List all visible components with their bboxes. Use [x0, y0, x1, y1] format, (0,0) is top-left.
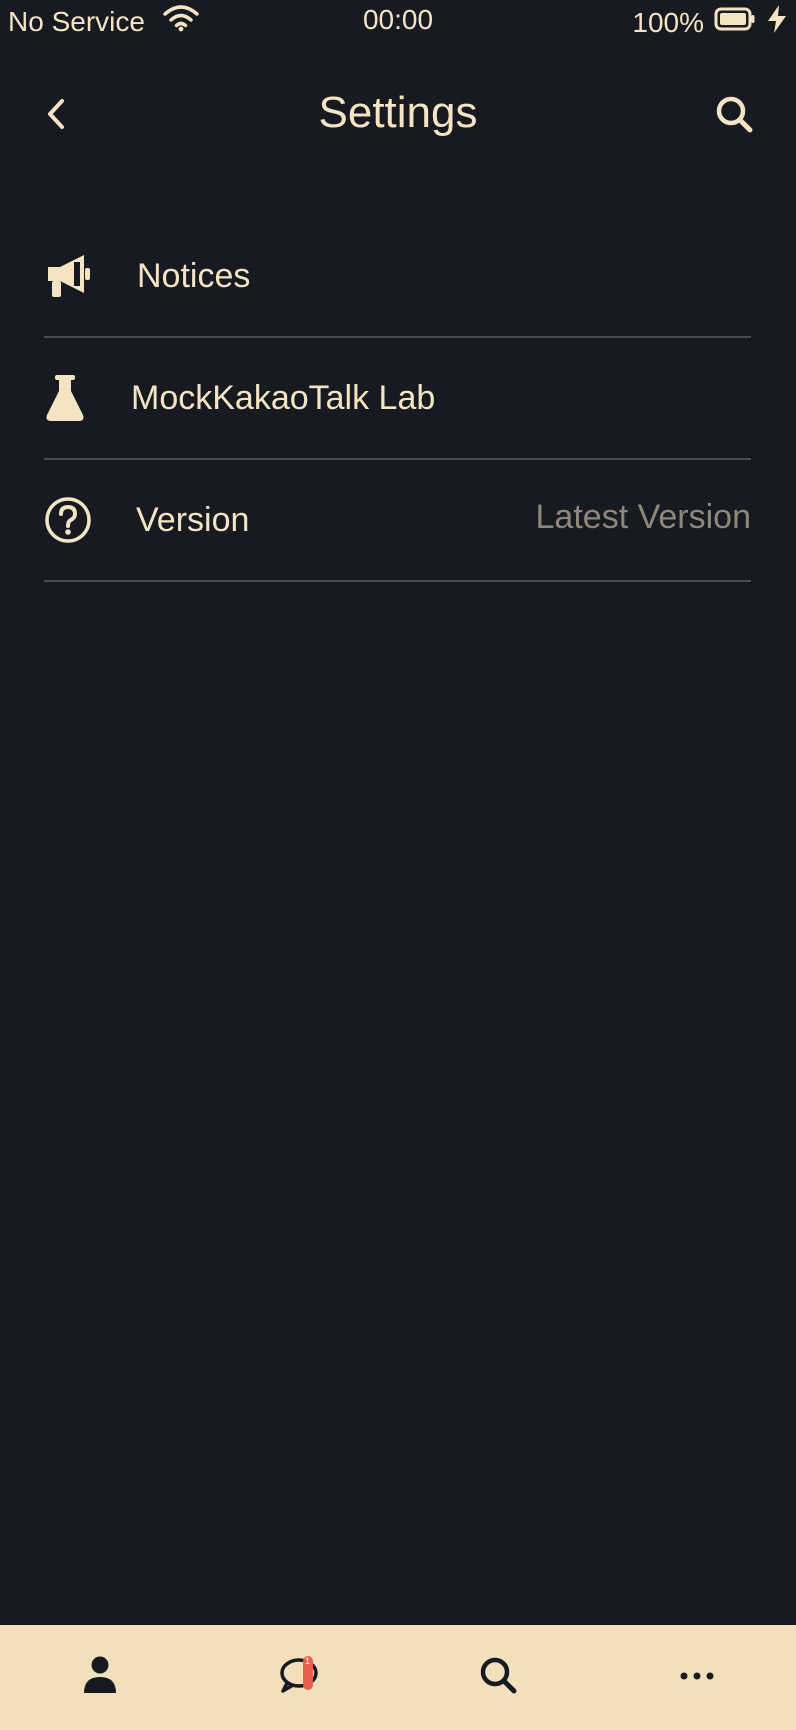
- search-icon: [478, 1655, 518, 1700]
- flask-icon: [44, 370, 131, 426]
- more-icon: [679, 1669, 715, 1687]
- battery-icon: [714, 6, 756, 39]
- settings-item-notices[interactable]: Notices: [44, 216, 751, 338]
- settings-item-lab[interactable]: MockKakaoTalk Lab: [44, 338, 751, 460]
- status-bar: No Service 00:00 100%: [0, 0, 796, 46]
- tab-chats[interactable]: 1: [259, 1638, 339, 1718]
- header: Settings: [0, 70, 796, 160]
- settings-item-label: Notices: [137, 256, 251, 295]
- tab-search[interactable]: [458, 1638, 538, 1718]
- search-button[interactable]: [712, 94, 756, 138]
- bottom-tab-bar: 1: [0, 1625, 796, 1730]
- tab-friends[interactable]: [60, 1638, 140, 1718]
- megaphone-icon: [44, 248, 137, 304]
- settings-item-version[interactable]: Version Latest Version: [44, 460, 751, 582]
- unread-badge: 1: [302, 1655, 313, 1690]
- status-right: 100%: [632, 4, 788, 41]
- page-title: Settings: [318, 88, 478, 137]
- charging-bolt-icon: [766, 4, 788, 41]
- settings-screen: No Service 00:00 100% Settings Notices M…: [0, 0, 796, 1730]
- person-icon: [82, 1655, 118, 1700]
- settings-item-label: MockKakaoTalk Lab: [131, 378, 436, 417]
- settings-list: Notices MockKakaoTalk Lab Version Latest…: [44, 216, 751, 582]
- search-icon: [714, 94, 754, 139]
- settings-item-label: Version: [136, 500, 250, 539]
- chat-bubble-icon: [278, 1656, 320, 1699]
- version-status: Latest Version: [535, 498, 751, 536]
- battery-percent: 100%: [632, 6, 704, 38]
- question-circle-icon: [44, 492, 136, 548]
- tab-more[interactable]: [657, 1638, 737, 1718]
